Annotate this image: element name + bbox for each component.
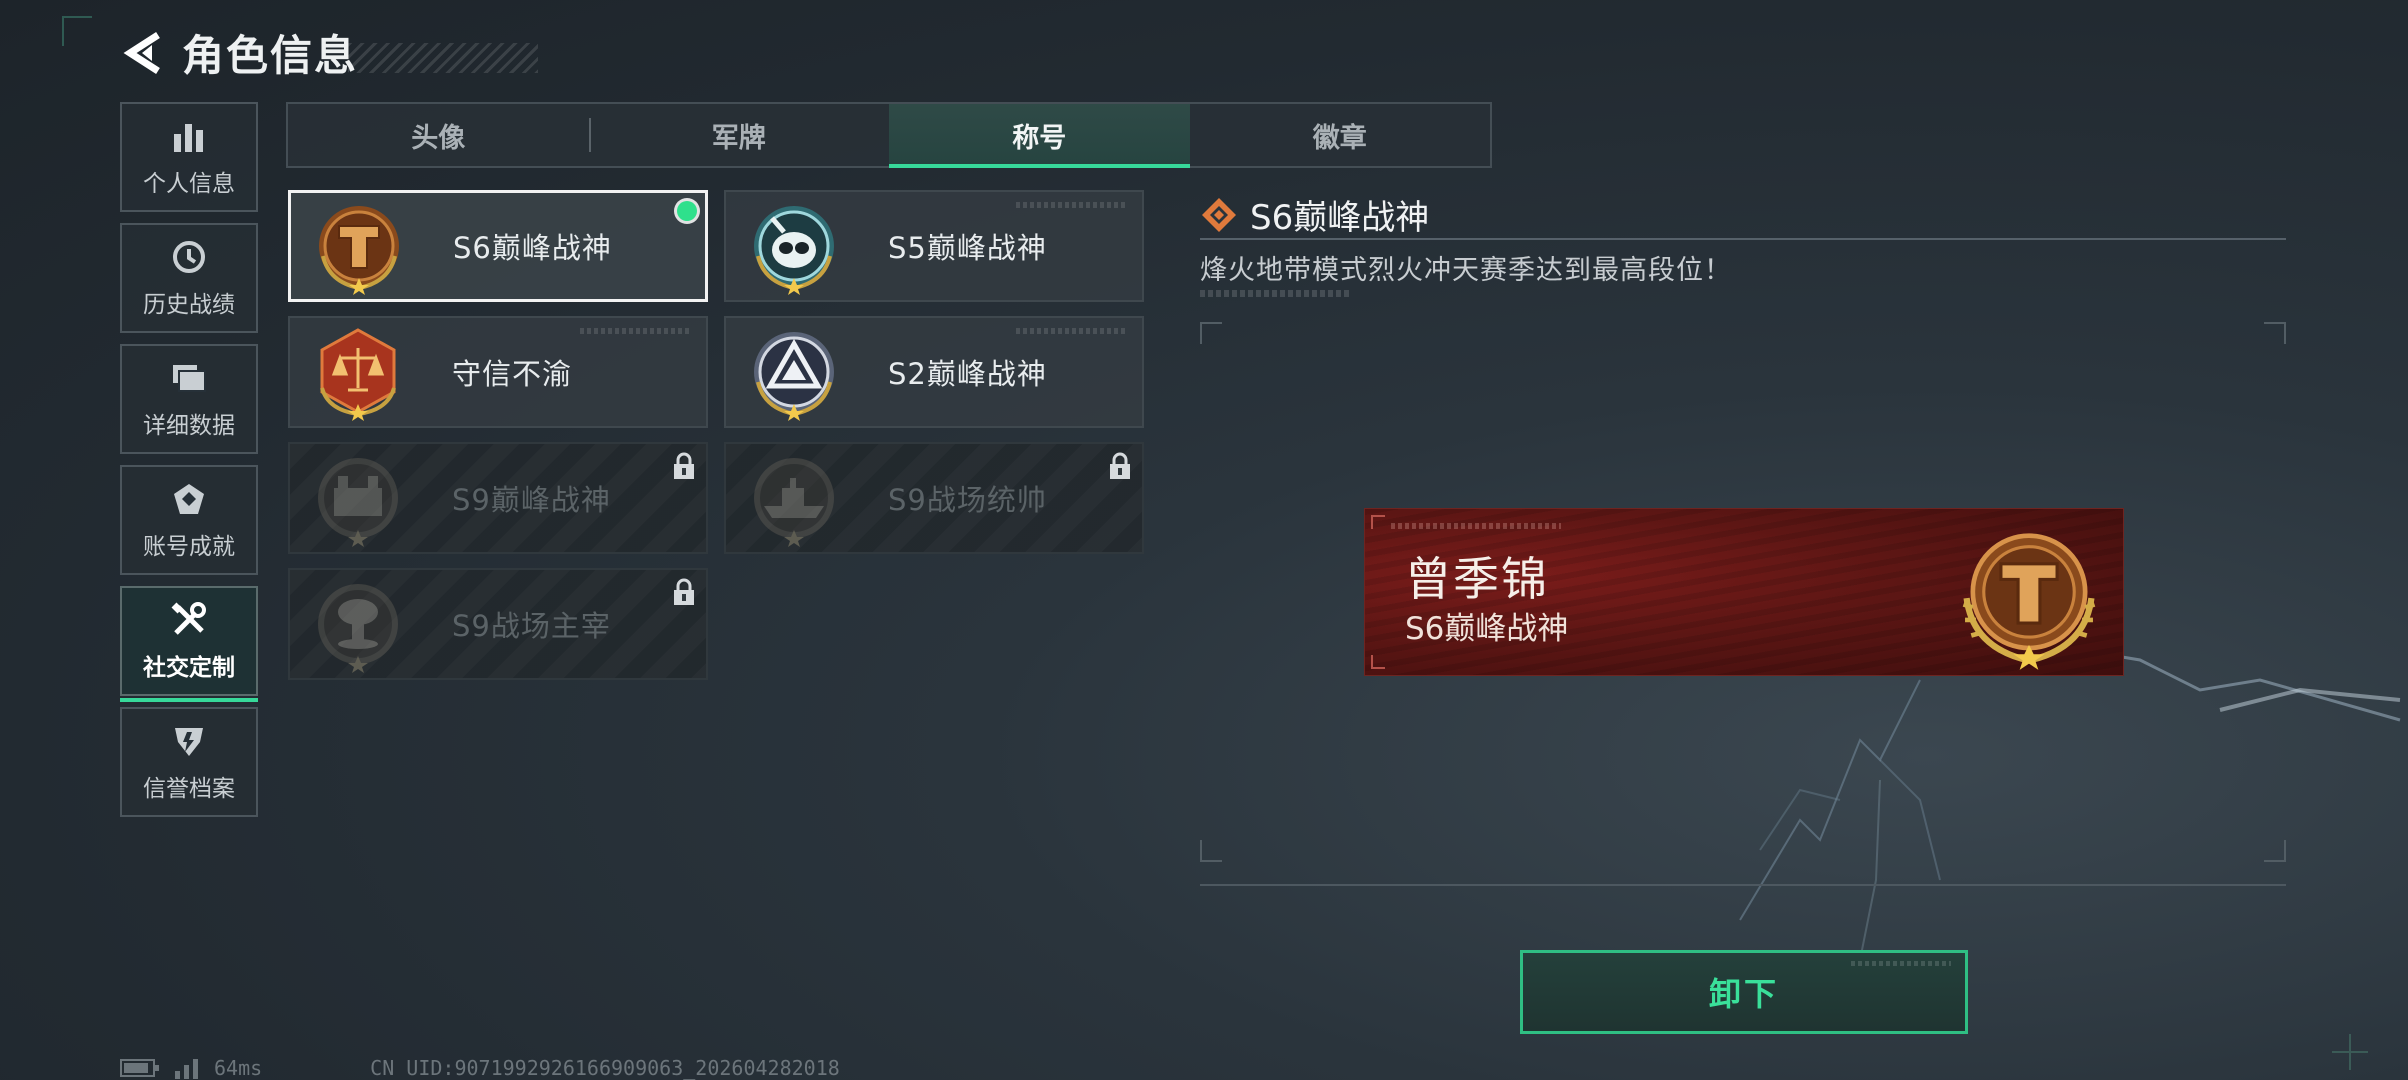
detail-decoration xyxy=(1200,290,1352,297)
page-title: 角色信息 xyxy=(182,31,359,80)
user-uid: CN UID:9071992926166909063_202604282018 xyxy=(370,1056,840,1080)
sidebar-item-label: 历史战绩 xyxy=(143,292,235,318)
sidebar-item-label: 个人信息 xyxy=(143,171,235,197)
detail-header: S6巅峰战神 xyxy=(1200,190,1429,239)
nameplate-preview: 曾季锦 S6巅峰战神 xyxy=(1364,508,2124,676)
sidebar-item-personal-info[interactable]: 个人信息 xyxy=(120,102,258,212)
battery-icon xyxy=(120,1059,159,1077)
sidebar-item-label: 社交定制 xyxy=(143,655,235,681)
signal-icon xyxy=(175,1059,198,1079)
title-label: 守信不渝 xyxy=(452,357,573,391)
divider xyxy=(1200,884,2286,886)
tools-icon xyxy=(169,600,209,640)
detail-description: 烽火地带模式烈火冲天赛季达到最高段位！ xyxy=(1200,255,1732,286)
sidebar-item-reputation[interactable]: 信誉档案 xyxy=(120,707,258,817)
title-card-s6-peak-warlord[interactable]: S6巅峰战神 xyxy=(288,190,708,302)
clock-icon xyxy=(169,237,209,277)
detail-title-name: S6巅峰战神 xyxy=(1250,198,1430,238)
sidebar-item-label: 信誉档案 xyxy=(143,776,235,802)
diamond-icon xyxy=(1202,197,1236,232)
nameplate-title: S6巅峰战神 xyxy=(1405,611,1569,647)
header: 角色信息 xyxy=(118,22,539,83)
lock-icon xyxy=(1110,452,1130,479)
player-name: 曾季锦 xyxy=(1405,552,1549,606)
button-decoration xyxy=(1851,961,1951,966)
sidebar-item-achievements[interactable]: 账号成就 xyxy=(120,465,258,575)
tab-dog-tag[interactable]: 军牌 xyxy=(588,104,890,166)
bronze-t-medal-icon xyxy=(1962,533,2096,670)
scales-medal-icon xyxy=(308,322,408,422)
back-button[interactable] xyxy=(118,27,164,79)
unequip-button-label: 卸下 xyxy=(1708,975,1779,1013)
title-card-s9-battlefield-marshal[interactable]: S9战场统帅 xyxy=(724,442,1144,554)
sidebar-item-match-history[interactable]: 历史战绩 xyxy=(120,223,258,333)
warship-medal-icon xyxy=(744,448,844,548)
back-arrow-icon xyxy=(123,31,160,74)
title-label: S9战场主宰 xyxy=(452,609,611,643)
equipped-indicator xyxy=(677,201,697,221)
card-decoration xyxy=(1016,328,1126,334)
sidebar-item-label: 账号成就 xyxy=(143,534,235,560)
title-card-s9-peak-warlord[interactable]: S9巅峰战神 xyxy=(288,442,708,554)
title-label: S9战场统帅 xyxy=(888,483,1047,517)
sidebar-item-detailed-data[interactable]: 详细数据 xyxy=(120,344,258,454)
title-decoration xyxy=(348,42,539,73)
status-bar: 64ms CN UID:9071992926166909063_20260428… xyxy=(120,1056,840,1080)
tab-badge[interactable]: 徽章 xyxy=(1190,104,1491,166)
nameplate-decoration xyxy=(1391,523,1561,529)
title-card-s2-peak-warlord[interactable]: S2巅峰战神 xyxy=(724,316,1144,428)
lock-icon xyxy=(674,578,694,605)
triangle-silver-medal-icon xyxy=(744,322,844,422)
shield-icon xyxy=(169,721,209,761)
unequip-button[interactable]: 卸下 xyxy=(1520,950,1968,1034)
tab-title[interactable]: 称号 xyxy=(889,104,1190,168)
title-card-s9-battlefield-dominator[interactable]: S9战场主宰 xyxy=(288,568,708,680)
bronze-t-medal-icon xyxy=(309,196,409,296)
lock-icon xyxy=(674,452,694,479)
divider xyxy=(1200,238,2286,240)
mushroom-cloud-medal-icon xyxy=(308,574,408,674)
card-decoration xyxy=(1016,202,1126,208)
bar-chart-icon xyxy=(169,116,209,156)
title-label: S2巅峰战神 xyxy=(888,357,1047,391)
ping-value: 64ms xyxy=(214,1056,263,1080)
tab-avatar[interactable]: 头像 xyxy=(288,104,589,166)
crosshair-icon xyxy=(2332,1034,2368,1070)
category-tabs: 头像 军牌 称号 徽章 xyxy=(286,102,1492,168)
achievement-icon xyxy=(169,479,209,519)
sidebar-item-social-customization[interactable]: 社交定制 xyxy=(120,586,258,702)
side-navigation: 个人信息 历史战绩 详细数据 账号成就 社交定制 信誉档案 xyxy=(120,102,258,828)
title-label: S9巅峰战神 xyxy=(452,483,611,517)
title-list: S6巅峰战神 S5巅峰战神 守信不渝 S2巅峰战神 S9巅峰战神 S9战场统帅 … xyxy=(288,190,1144,680)
fortress-medal-icon xyxy=(308,448,408,548)
sidebar-item-label: 详细数据 xyxy=(143,413,235,439)
card-decoration xyxy=(580,328,690,334)
skull-diver-medal-icon xyxy=(744,196,844,296)
title-label: S6巅峰战神 xyxy=(453,231,612,265)
title-label: S5巅峰战神 xyxy=(888,231,1047,265)
title-card-s5-peak-warlord[interactable]: S5巅峰战神 xyxy=(724,190,1144,302)
title-card-keep-faith[interactable]: 守信不渝 xyxy=(288,316,708,428)
corner-mark xyxy=(62,16,92,46)
folder-icon xyxy=(169,358,209,398)
